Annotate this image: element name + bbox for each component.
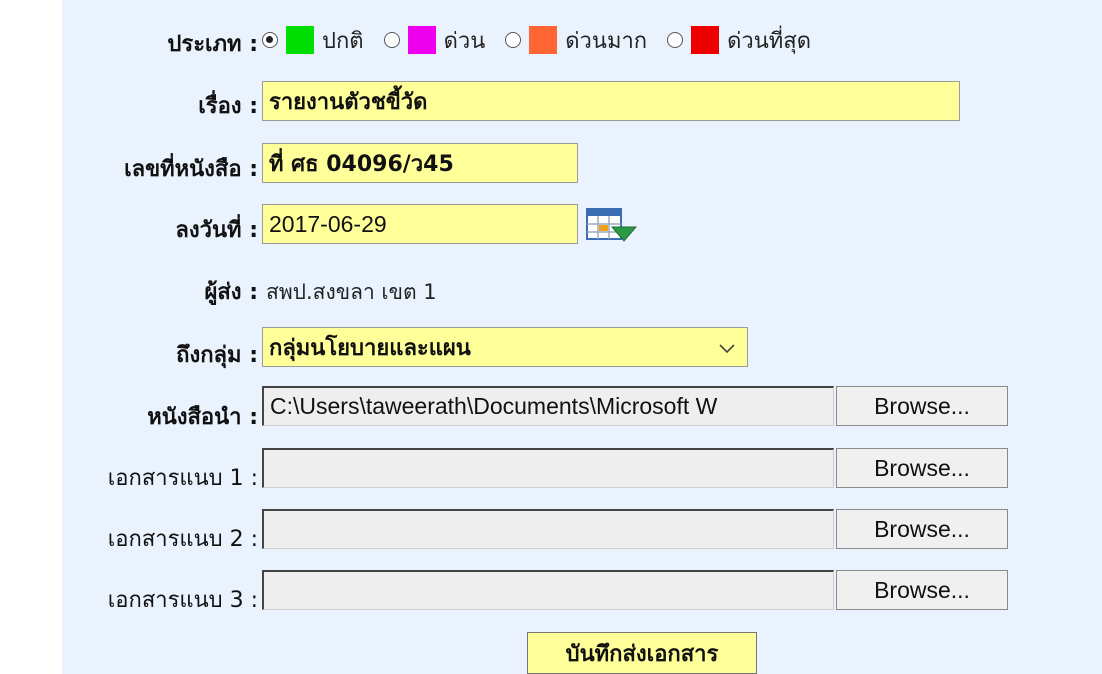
attachment-3-browse-button[interactable]: Browse... — [836, 570, 1008, 610]
type-option-very-urgent-label: ด่วนมาก — [565, 28, 648, 54]
urgent-color-swatch — [407, 26, 436, 54]
to-group-select[interactable]: กลุ่มนโยบายและแผน — [262, 327, 748, 367]
attachment-2-label: เอกสารแนบ 2 : — [107, 527, 258, 552]
to-group-label: ถึงกลุ่ม : — [176, 343, 258, 368]
submit-send-document-button[interactable]: บันทึกส่งเอกสาร — [527, 632, 757, 674]
date-label: ลงวันที่ : — [175, 218, 258, 243]
send-document-form: ประเภท : ปกติ ด่วน ด่วนมาก ด่วนที่สุด เร… — [0, 0, 1102, 674]
normal-color-swatch — [286, 26, 314, 54]
attachment-2-browse-button[interactable]: Browse... — [836, 509, 1008, 549]
attachment-1-file-input[interactable] — [262, 448, 834, 488]
type-radio-most-urgent[interactable] — [667, 32, 684, 48]
sender-value: สพป.สงขลา เขต 1 — [266, 280, 437, 304]
most-urgent-color-swatch — [691, 26, 720, 54]
attachment-1-label: เอกสารแนบ 1 : — [107, 466, 258, 491]
cover-letter-label: หนังสือนำ : — [147, 405, 258, 430]
to-group-selected: กลุ่มนโยบายและแผน — [269, 335, 471, 361]
attachment-3-file-input[interactable] — [262, 570, 834, 610]
date-input[interactable]: 2017-06-29 — [262, 204, 578, 244]
chevron-down-icon — [719, 344, 735, 354]
cover-letter-browse-button[interactable]: Browse... — [836, 386, 1008, 426]
doc-number-input[interactable]: ที่ ศธ 04096/ว45 — [262, 143, 578, 183]
type-radio-normal[interactable] — [262, 32, 278, 48]
type-option-most-urgent-label: ด่วนที่สุด — [727, 28, 812, 54]
subject-label: เรื่อง : — [198, 94, 258, 119]
attachment-1-browse-button[interactable]: Browse... — [836, 448, 1008, 488]
type-radio-very-urgent[interactable] — [505, 32, 522, 48]
attachment-3-label: เอกสารแนบ 3 : — [107, 588, 258, 613]
type-label: ประเภท : — [167, 32, 258, 57]
very-urgent-color-swatch — [529, 26, 558, 54]
type-option-normal-label: ปกติ — [322, 28, 364, 54]
doc-number-label: เลขที่หนังสือ : — [124, 157, 258, 182]
type-option-urgent-label: ด่วน — [443, 28, 486, 54]
cover-letter-file-input[interactable]: C:\Users\taweerath\Documents\Microsoft W — [262, 386, 834, 426]
attachment-2-file-input[interactable] — [262, 509, 834, 549]
subject-input[interactable]: รายงานตัวชขี้วัด — [262, 81, 960, 121]
calendar-icon[interactable] — [584, 205, 640, 245]
sender-label: ผู้ส่ง : — [204, 280, 258, 305]
type-options: ปกติ ด่วน ด่วนมาก ด่วนที่สุด — [262, 20, 811, 60]
type-radio-urgent[interactable] — [383, 32, 400, 48]
